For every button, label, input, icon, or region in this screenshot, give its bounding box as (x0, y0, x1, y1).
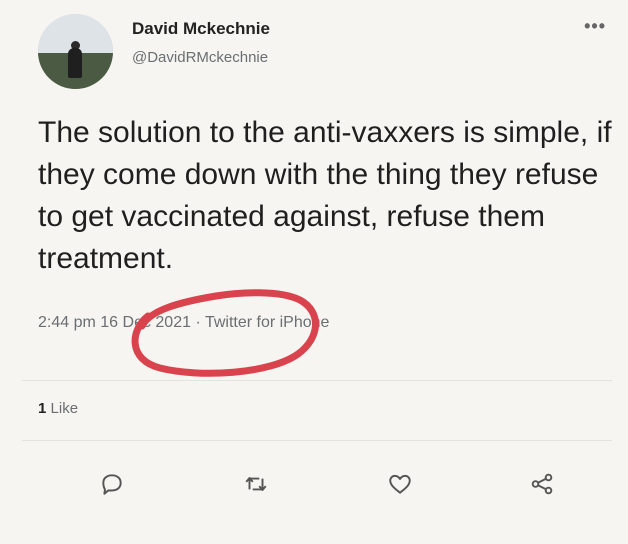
heart-icon (389, 474, 411, 494)
reply-icon (102, 474, 122, 495)
divider (22, 440, 612, 441)
action-bar (0, 468, 628, 508)
share-button[interactable] (526, 468, 558, 500)
tweet-time[interactable]: 2:44 pm (38, 314, 96, 331)
avatar[interactable] (38, 14, 113, 89)
likes-label: Like (50, 400, 79, 417)
tweet-date[interactable]: 16 Dec 2021 (100, 314, 191, 331)
tweet-meta: 2:44 pm 16 Dec 2021 · Twitter for iPhone (38, 314, 329, 332)
likes-count: 1 (38, 400, 47, 417)
reply-button[interactable] (96, 468, 128, 500)
author-handle[interactable]: @DavidRMckechnie (132, 49, 268, 66)
tweet-text: The solution to the anti-vaxxers is simp… (38, 116, 612, 275)
tweet-card: David Mckechnie @DavidRMckechnie ••• The… (0, 0, 628, 544)
retweet-button[interactable] (240, 468, 272, 500)
share-icon (531, 473, 553, 495)
meta-dot: · (195, 314, 201, 331)
avatar-person (68, 48, 82, 78)
like-button[interactable] (384, 468, 416, 500)
author-name[interactable]: David Mckechnie (132, 19, 270, 39)
more-options-icon[interactable]: ••• (584, 16, 606, 37)
retweet-icon (245, 477, 267, 491)
tweet-source[interactable]: Twitter for iPhone (205, 314, 330, 331)
red-circle-annotation (131, 289, 319, 377)
divider (22, 380, 612, 381)
likes-stat[interactable]: 1 Like (38, 400, 78, 417)
